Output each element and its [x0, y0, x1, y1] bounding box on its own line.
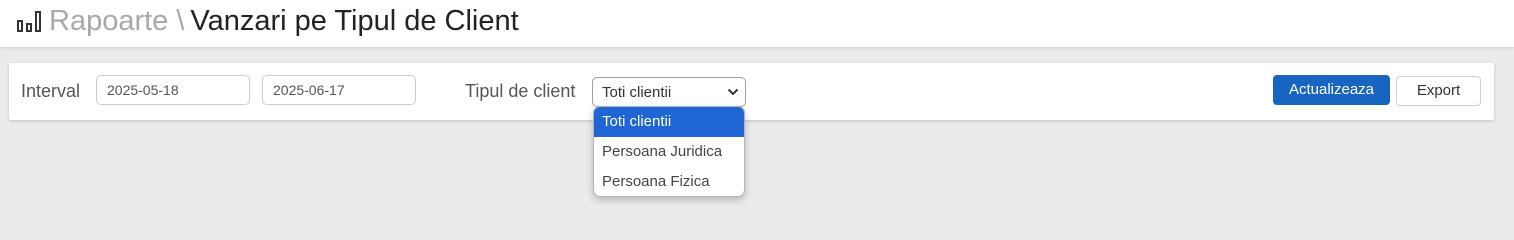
date-from-input[interactable] [96, 75, 250, 105]
filter-panel: Interval Tipul de client Toti clientii A… [9, 63, 1494, 120]
chevron-down-icon [727, 88, 739, 96]
date-to-input[interactable] [262, 75, 416, 105]
update-button[interactable]: Actualizeaza [1273, 75, 1390, 105]
interval-label: Interval [21, 81, 81, 101]
client-type-option-persoana-juridica[interactable]: Persoana Juridica [594, 137, 744, 167]
client-type-selected-value: Toti clientii [602, 84, 672, 101]
client-type-option-toti-clientii[interactable]: Toti clientii [594, 107, 744, 137]
page-header: Rapoarte \ Vanzari pe Tipul de Client [0, 0, 1514, 47]
client-type-dropdown-list: Toti clientii Persoana Juridica Persoana… [593, 106, 745, 197]
client-type-select[interactable]: Toti clientii [592, 77, 746, 107]
client-type-option-persoana-fizica[interactable]: Persoana Fizica [594, 167, 744, 196]
breadcrumb-separator: \ [176, 5, 185, 37]
breadcrumb-rapoarte[interactable]: Rapoarte [49, 5, 168, 37]
client-type-label: Tipul de client [465, 81, 576, 101]
page-title: Vanzari pe Tipul de Client [190, 5, 519, 37]
bar-chart-icon [17, 11, 41, 32]
breadcrumb: Rapoarte \ Vanzari pe Tipul de Client [49, 3, 519, 39]
export-button[interactable]: Export [1396, 76, 1481, 106]
